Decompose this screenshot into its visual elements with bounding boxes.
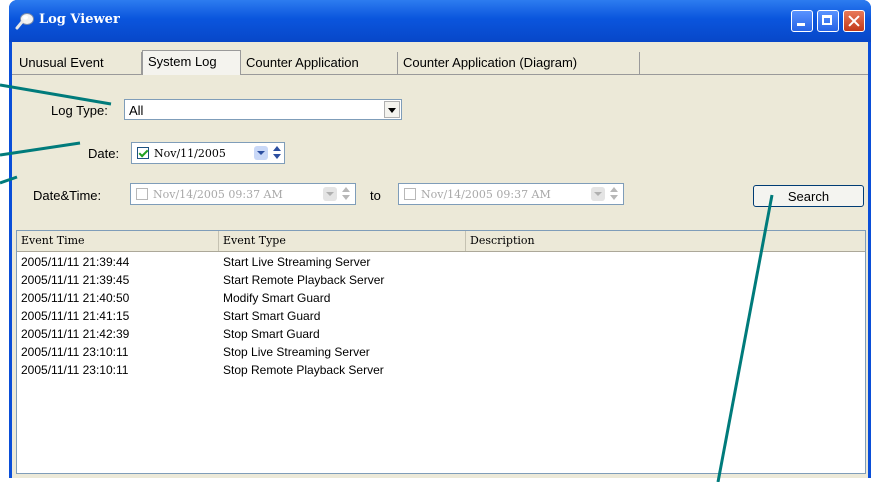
event-time-cell: 2005/11/11 21:39:44 — [21, 255, 130, 269]
table-row[interactable]: 2005/11/11 23:10:11 Stop Remote Playback … — [17, 363, 865, 378]
table-row[interactable]: 2005/11/11 21:40:50 Modify Smart Guard — [17, 291, 865, 306]
table-row[interactable]: 2005/11/11 21:39:45 Start Remote Playback… — [17, 273, 865, 288]
datetime-from-picker[interactable]: Nov/14/2005 09:37 AM — [130, 183, 356, 205]
search-button[interactable]: Search — [753, 185, 864, 207]
column-header-description[interactable]: Description — [466, 231, 865, 251]
datetime-to-checkbox[interactable] — [404, 188, 416, 200]
event-type-cell: Stop Remote Playback Server — [223, 363, 384, 377]
tab-strip: Unusual Event System Log Counter Applica… — [12, 50, 868, 75]
event-type-cell: Stop Smart Guard — [223, 327, 320, 341]
date-picker[interactable]: Nov/11/2005 — [131, 142, 285, 164]
tab-counter-application[interactable]: Counter Application — [241, 52, 398, 74]
datetime-to-picker[interactable]: Nov/14/2005 09:37 AM — [398, 183, 624, 205]
event-type-cell: Modify Smart Guard — [223, 291, 331, 305]
spinner-icon[interactable] — [272, 145, 282, 161]
event-time-cell: 2005/11/11 21:40:50 — [21, 291, 130, 305]
spinner-icon[interactable] — [341, 186, 351, 202]
calendar-dropdown-icon[interactable] — [323, 187, 337, 201]
log-type-dropdown[interactable]: All — [124, 99, 402, 120]
table-row[interactable]: 2005/11/11 21:39:44 Start Live Streaming … — [17, 255, 865, 270]
log-type-label: Log Type: — [51, 103, 108, 118]
table-row[interactable]: 2005/11/11 23:10:11 Stop Live Streaming S… — [17, 345, 865, 360]
event-time-cell: 2005/11/11 23:10:11 — [21, 345, 129, 359]
close-button[interactable] — [843, 10, 865, 32]
event-time-cell: 2005/11/11 21:42:39 — [21, 327, 130, 341]
table-row[interactable]: 2005/11/11 21:42:39 Stop Smart Guard — [17, 327, 865, 342]
column-header-event-type[interactable]: Event Type — [219, 231, 466, 251]
event-time-cell: 2005/11/11 23:10:11 — [21, 363, 129, 377]
datetime-from-checkbox[interactable] — [136, 188, 148, 200]
log-list[interactable]: Event Time Event Type Description 2005/1… — [16, 230, 866, 474]
column-header-event-time[interactable]: Event Time — [17, 231, 219, 251]
title-bar[interactable]: Log Viewer — [9, 0, 871, 42]
tab-unusual-event[interactable]: Unusual Event — [14, 52, 142, 74]
event-type-cell: Start Smart Guard — [223, 309, 321, 323]
log-viewer-window: Log Viewer Unusual Event System Log Coun… — [9, 0, 871, 478]
datetime-label: Date&Time: — [33, 188, 102, 203]
window-client-area: Unusual Event System Log Counter Applica… — [12, 42, 868, 478]
spinner-icon[interactable] — [609, 186, 619, 202]
tab-counter-application-diagram[interactable]: Counter Application (Diagram) — [398, 52, 640, 74]
date-value: Nov/11/2005 — [154, 147, 226, 160]
event-type-cell: Start Live Streaming Server — [223, 255, 371, 269]
dropdown-arrow-icon[interactable] — [384, 101, 400, 118]
event-type-cell: Stop Live Streaming Server — [223, 345, 370, 359]
calendar-dropdown-icon[interactable] — [254, 146, 268, 160]
minimize-button[interactable] — [791, 10, 813, 32]
event-type-cell: Start Remote Playback Server — [223, 273, 385, 287]
datetime-to-value: Nov/14/2005 09:37 AM — [421, 188, 551, 201]
datetime-from-value: Nov/14/2005 09:37 AM — [153, 188, 283, 201]
date-checkbox[interactable] — [137, 147, 149, 159]
event-time-cell: 2005/11/11 21:39:45 — [21, 273, 130, 287]
maximize-button[interactable] — [817, 10, 839, 32]
table-row[interactable]: 2005/11/11 21:41:15 Start Smart Guard — [17, 309, 865, 324]
list-header: Event Time Event Type Description — [17, 231, 865, 252]
date-label: Date: — [88, 146, 120, 161]
datetime-to-label: to — [370, 188, 381, 203]
event-time-cell: 2005/11/11 21:41:15 — [21, 309, 130, 323]
window-title: Log Viewer — [39, 12, 120, 27]
calendar-dropdown-icon[interactable] — [591, 187, 605, 201]
tab-system-log[interactable]: System Log — [142, 50, 241, 75]
log-type-value: All — [129, 103, 144, 118]
log-viewer-app-icon — [15, 13, 34, 30]
